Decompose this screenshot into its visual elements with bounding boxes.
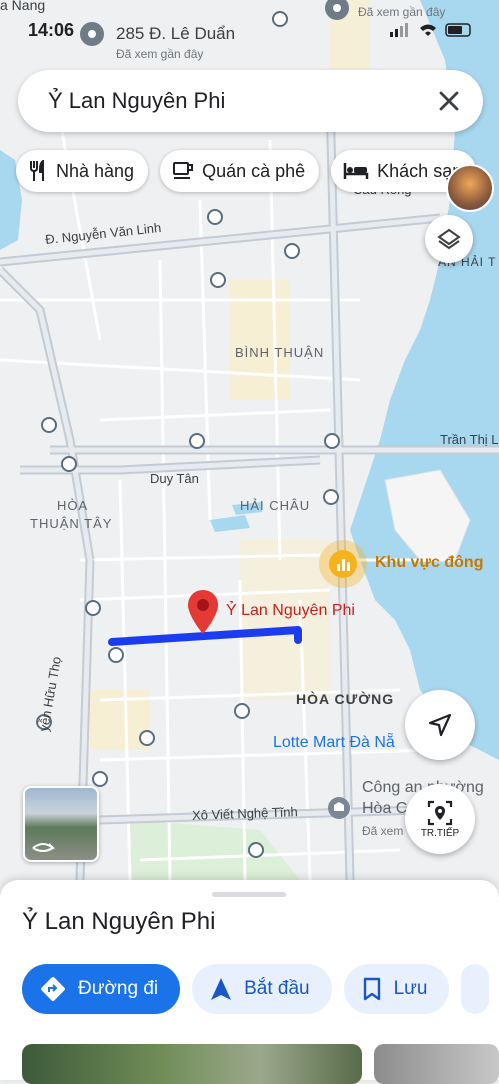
road-tran-thi-ly: Trần Thị L [440, 432, 499, 447]
recent-viewed-label: Đã xem gần đây [358, 5, 446, 19]
status-icons [390, 23, 471, 37]
green-area [130, 820, 300, 880]
drag-handle[interactable] [212, 892, 286, 897]
place-title: Ỷ Lan Nguyên Phi [22, 908, 216, 935]
street-view-thumbnail[interactable] [23, 786, 99, 862]
bookmark-icon [363, 977, 380, 1001]
chip-restaurant-label: Nhà hàng [56, 160, 135, 181]
photo-2[interactable] [374, 1044, 499, 1084]
hotel-icon [343, 163, 369, 179]
small-lake [210, 515, 250, 532]
district-hoa-thuan-tay-line2: THUẬN TÂY [30, 516, 113, 531]
chip-restaurant[interactable]: Nhà hàng [16, 150, 149, 192]
lens-pin-icon [427, 800, 453, 825]
layers-button[interactable] [425, 215, 473, 263]
location-pin-icon [188, 590, 218, 634]
block-yellow-1 [230, 280, 290, 400]
district-hai-chau: HẢI CHÂU [240, 498, 311, 513]
save-button[interactable]: Lưu [343, 964, 450, 1014]
nearby-lens-button[interactable]: TR.TIẾP [405, 784, 475, 854]
recent-place-pin-icon [80, 22, 104, 46]
layers-icon [437, 228, 461, 250]
start-label: Bắt đầu [244, 978, 310, 999]
start-button[interactable]: Bắt đầu [192, 964, 332, 1014]
place-sheet[interactable]: Ỷ Lan Nguyên Phi Đường đi Bắt đầu Lưu [0, 880, 499, 1084]
save-label: Lưu [393, 978, 428, 999]
district-hoa-cuong: HÒA CƯỜNG [296, 691, 395, 707]
police-label-2[interactable]: Hòa C [362, 800, 407, 818]
lotte-mart-label[interactable]: Lotte Mart Đà Nẵ [273, 734, 395, 752]
my-location-button[interactable] [405, 690, 475, 760]
navigation-arrow-icon [428, 713, 452, 737]
place-photo-thumbnail[interactable] [446, 164, 494, 212]
recent-address[interactable]: 285 Đ. Lê Duẩn [116, 24, 235, 44]
district-hoa-thuan-tay-line1: HÒA [57, 498, 89, 513]
police-pin-icon [328, 797, 350, 819]
status-time: 14:06 [28, 20, 75, 40]
chip-coffee-label: Quán cà phê [202, 160, 306, 181]
police-sub-label: Đã xem [362, 824, 404, 838]
coffee-icon [173, 162, 194, 179]
action-buttons: Đường đi Bắt đầu Lưu [22, 964, 490, 1014]
directions-icon [41, 977, 65, 1001]
district-binh-thuan: BÌNH THUẬN [235, 345, 325, 360]
search-query[interactable]: Ỷ Lan Nguyên Phi [48, 88, 225, 114]
nearby-label: TR.TIẾP [420, 827, 460, 839]
restaurant-icon [30, 160, 44, 181]
close-icon[interactable] [435, 87, 463, 115]
directions-button[interactable]: Đường đi [22, 964, 181, 1014]
area-pin-icon [319, 540, 367, 588]
area-label[interactable]: Khu vực đông [375, 554, 483, 572]
directions-label: Đường đi [78, 978, 159, 999]
navigate-icon [211, 978, 232, 1000]
recent-address-sub: Đã xem gần đây [116, 47, 204, 61]
share-button-partial[interactable] [461, 964, 490, 1014]
category-chips: Nhà hàng Quán cà phê Khách sạn [16, 150, 477, 192]
search-bar[interactable]: Ỷ Lan Nguyên Phi [18, 70, 483, 132]
block-yellow-3 [240, 540, 330, 700]
city-label: a Nang [0, 0, 46, 13]
selected-street-label[interactable]: Ỷ Lan Nguyên Phi [226, 602, 355, 620]
chip-coffee[interactable]: Quán cà phê [160, 150, 320, 192]
street-view-icon [32, 843, 55, 852]
photo-1[interactable] [22, 1044, 362, 1084]
road-duy-tan: Duy Tân [150, 471, 199, 486]
